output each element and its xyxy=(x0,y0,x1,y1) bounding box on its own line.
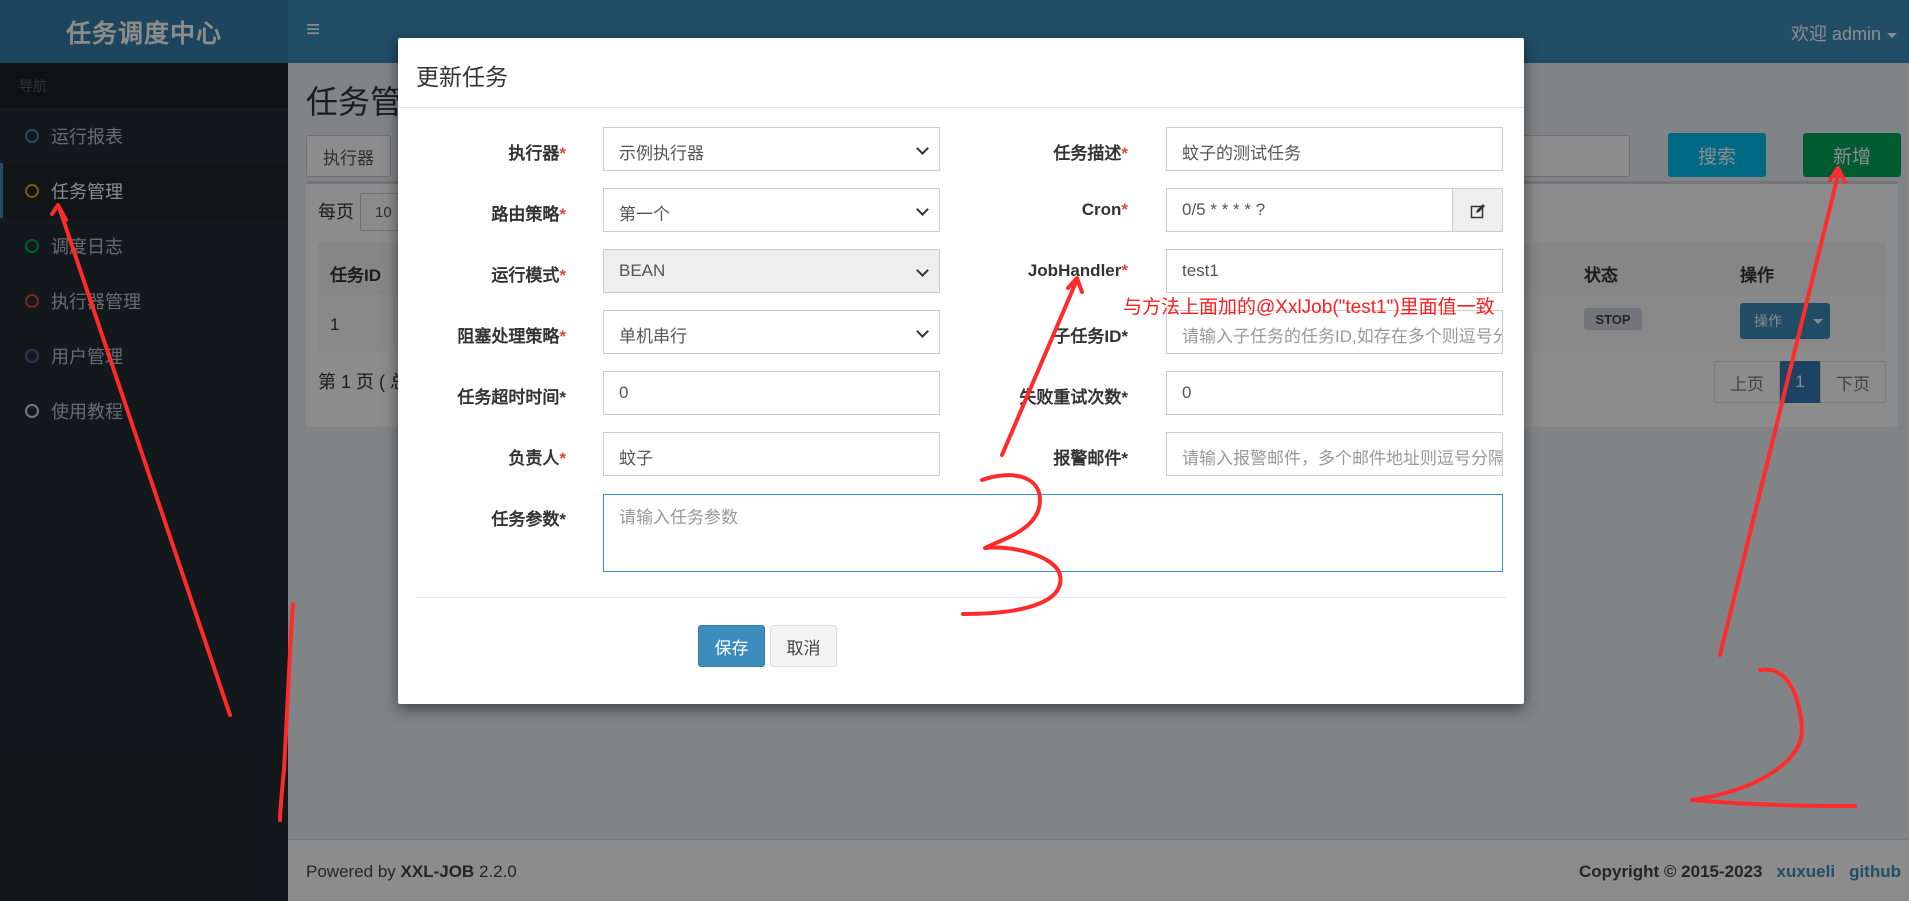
required-mark: * xyxy=(1121,261,1128,280)
timeout-input[interactable]: 0 xyxy=(603,371,940,415)
handler-label: JobHandler* xyxy=(998,261,1128,281)
required-mark: * xyxy=(559,266,566,285)
required-mark: * xyxy=(559,144,566,163)
alarm-email-input[interactable]: 请输入报警邮件，多个邮件地址则逗号分隔 xyxy=(1166,432,1503,476)
required-mark: * xyxy=(1121,144,1128,163)
executor-label: 执行器* xyxy=(478,139,566,164)
child-label: 子任务ID* xyxy=(1053,327,1128,346)
run-mode-select: BEAN xyxy=(603,249,940,293)
form-row: 负责人* 蚊子 报警邮件* 请输入报警邮件，多个邮件地址则逗号分隔 xyxy=(398,432,1524,476)
route-strategy-select[interactable]: 第一个 xyxy=(603,188,940,232)
required-mark: * xyxy=(559,449,566,468)
annotation-note: 与方法上面加的@XxlJob("test1")里面值一致 xyxy=(1123,297,1495,318)
job-param-textarea[interactable]: 请输入任务参数 xyxy=(603,494,1503,572)
cron-value: 0/5 * * * * ? xyxy=(1182,200,1266,219)
form-row: 执行器* 示例执行器 任务描述* 蚊子的测试任务 xyxy=(398,127,1524,171)
owner-label: 负责人* xyxy=(458,444,566,469)
cron-label: Cron* xyxy=(1018,200,1128,220)
desc-label: 任务描述* xyxy=(1018,139,1128,164)
label-text: 路由策略 xyxy=(491,205,560,224)
required-mark: * xyxy=(1121,200,1128,219)
retry-count-input[interactable]: 0 xyxy=(1166,371,1503,415)
required-mark: * xyxy=(559,327,566,346)
param-label: 任务参数* xyxy=(491,510,566,529)
edit-icon[interactable] xyxy=(1452,189,1502,231)
save-button[interactable]: 保存 xyxy=(698,625,765,667)
executor-select[interactable]: 示例执行器 xyxy=(603,127,940,171)
route-label: 路由策略* xyxy=(458,200,566,225)
label-text: 负责人 xyxy=(508,449,560,468)
update-job-modal: 更新任务 执行器* 示例执行器 任务描述* 蚊子的测试任务 路由策略* 第一个 … xyxy=(398,38,1524,704)
cron-input[interactable]: 0/5 * * * * ? xyxy=(1166,188,1503,232)
job-desc-input[interactable]: 蚊子的测试任务 xyxy=(1166,127,1503,171)
label-text: Cron xyxy=(1081,200,1122,219)
form-row: 运行模式* BEAN JobHandler* test1 xyxy=(398,249,1524,293)
block-strategy-select[interactable]: 单机串行 xyxy=(603,310,940,354)
form-row: 任务超时时间* 0 失败重试次数* 0 xyxy=(398,371,1524,415)
label-text: 阻塞处理策略 xyxy=(457,327,560,346)
cancel-button[interactable]: 取消 xyxy=(770,625,837,667)
mode-label: 运行模式* xyxy=(458,261,566,286)
label-text: JobHandler xyxy=(1027,261,1122,280)
job-handler-input[interactable]: test1 xyxy=(1166,249,1503,293)
owner-input[interactable]: 蚊子 xyxy=(603,432,940,476)
block-label: 阻塞处理策略* xyxy=(418,322,566,347)
required-mark: * xyxy=(559,205,566,224)
label-text: 任务描述 xyxy=(1053,144,1122,163)
alarm-label: 报警邮件* xyxy=(1053,449,1128,468)
retry-label: 失败重试次数* xyxy=(1019,388,1128,407)
label-text: 执行器 xyxy=(508,144,560,163)
label-text: 运行模式 xyxy=(491,266,560,285)
timeout-label: 任务超时时间* xyxy=(457,388,566,407)
form-row: 路由策略* 第一个 Cron* 0/5 * * * * ? xyxy=(398,188,1524,232)
modal-title: 更新任务 xyxy=(398,38,1524,108)
divider xyxy=(416,597,1506,598)
